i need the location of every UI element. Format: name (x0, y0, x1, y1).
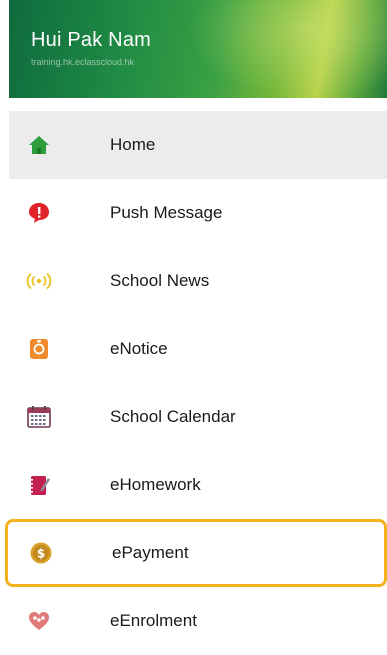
drawer-menu: Home Push Message School News eNotice Sc… (5, 111, 387, 655)
menu-item-label: Push Message (110, 203, 223, 222)
menu-item-label: Home (110, 135, 156, 154)
menu-item-label: ePayment (112, 543, 189, 562)
coin-icon: $ (27, 539, 55, 567)
svg-text:$: $ (37, 547, 45, 561)
menu-item-push-message[interactable]: Push Message (9, 179, 387, 247)
drawer-header: Hui Pak Nam training.hk.eclasscloud.hk (9, 0, 387, 98)
broadcast-icon (25, 267, 53, 295)
menu-item-school-calendar[interactable]: School Calendar (9, 383, 387, 451)
menu-item-school-news[interactable]: School News (9, 247, 387, 315)
menu-item-home[interactable]: Home (9, 111, 387, 179)
menu-item-label: eEnrolment (110, 611, 197, 630)
home-icon (25, 131, 53, 159)
menu-item-eenrolment[interactable]: eEnrolment (9, 587, 387, 655)
chat-bubble-icon (25, 199, 53, 227)
menu-item-label: eHomework (110, 475, 201, 494)
enrolment-icon (25, 607, 53, 635)
menu-item-epayment[interactable]: $ ePayment (5, 519, 387, 587)
menu-item-enotice[interactable]: eNotice (9, 315, 387, 383)
notice-icon (25, 335, 53, 363)
menu-item-label: School Calendar (110, 407, 236, 426)
navigation-drawer: Hui Pak Nam training.hk.eclasscloud.hk H… (5, 0, 387, 643)
menu-item-ehomework[interactable]: eHomework (9, 451, 387, 519)
notebook-icon (25, 471, 53, 499)
calendar-icon (25, 403, 53, 431)
menu-item-label: eNotice (110, 339, 168, 358)
user-name: Hui Pak Nam (31, 29, 152, 51)
user-subtitle: training.hk.eclasscloud.hk (31, 57, 135, 67)
menu-item-label: School News (110, 271, 210, 290)
